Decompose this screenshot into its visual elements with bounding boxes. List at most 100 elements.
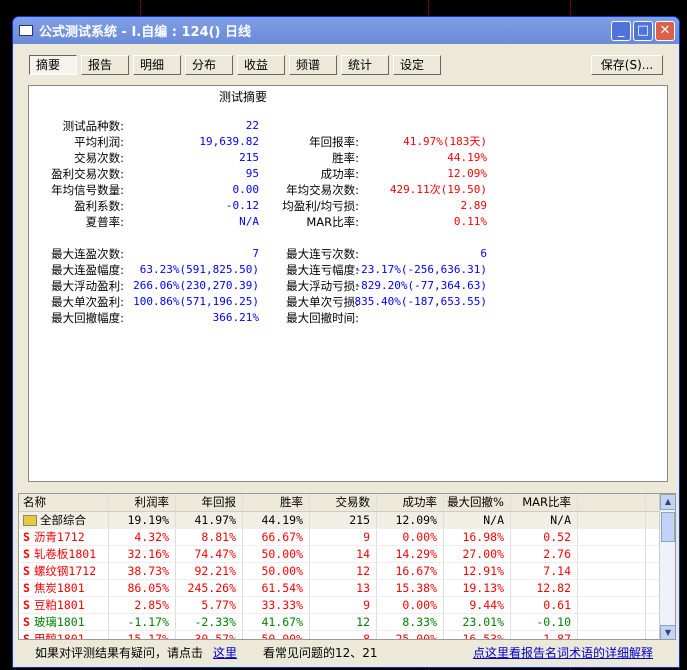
summary-label: 交易次数: bbox=[74, 151, 124, 165]
table-cell: S 沥青1712 bbox=[19, 529, 109, 545]
table-cell: 215 bbox=[310, 512, 377, 528]
table-row[interactable]: S 甲醇1801 15.17% 30.57% 50.00% 8 25.00% 16.53% 1.… bbox=[19, 631, 675, 639]
table-cell: 38.73% bbox=[109, 563, 176, 579]
table-cell: 12 bbox=[310, 563, 377, 579]
summary-value: -23.17%(-256,636.31) bbox=[354, 263, 487, 276]
table-cell: 7.14 bbox=[511, 563, 578, 579]
table-cell: 33.33% bbox=[243, 597, 310, 613]
tab-7[interactable]: 设定 bbox=[393, 55, 441, 75]
table-cell: S 焦炭1801 bbox=[19, 580, 109, 596]
summary-label: 最大连亏幅度: bbox=[286, 263, 359, 277]
table-row[interactable]: S 沥青1712 4.32% 8.81% 66.67% 9 0.00% 16.98% 0.52 bbox=[19, 529, 675, 546]
column-header[interactable]: 胜率 bbox=[243, 494, 310, 511]
table-cell: 13 bbox=[310, 580, 377, 596]
summary-value: 22 bbox=[245, 119, 259, 132]
tab-3[interactable]: 分布 bbox=[185, 55, 233, 75]
column-header[interactable]: 利润率 bbox=[109, 494, 176, 511]
tab-5[interactable]: 频谱 bbox=[289, 55, 337, 75]
scroll-up-icon[interactable]: ▲ bbox=[660, 494, 675, 510]
column-filler bbox=[578, 529, 646, 545]
column-filler bbox=[578, 546, 646, 562]
title-bar[interactable]: 公式测试系统 - I.自编 : 124() 日线 bbox=[13, 17, 679, 44]
table-cell: 2.85% bbox=[109, 597, 176, 613]
table-cell: 1.87 bbox=[511, 631, 578, 639]
column-header[interactable]: 最大回撤% bbox=[444, 494, 511, 511]
close-button[interactable]: ✕ bbox=[655, 21, 675, 41]
column-header[interactable]: 年回报 bbox=[176, 494, 243, 511]
vertical-scrollbar[interactable]: ▲ ▼ bbox=[659, 494, 675, 639]
table-cell: 50.00% bbox=[243, 631, 310, 639]
table-cell: 14.29% bbox=[377, 546, 444, 562]
minimize-button[interactable]: _ bbox=[611, 21, 631, 41]
summary-row: 最大连盈次数: 7 最大连亏次数: 6 bbox=[29, 246, 669, 262]
table-row[interactable]: S 焦炭1801 86.05% 245.26% 61.54% 13 15.38% 19.13%… bbox=[19, 580, 675, 597]
column-filler bbox=[578, 512, 646, 528]
summary-value: 429.11次(19.50) bbox=[389, 183, 487, 196]
summary-label: 最大浮动盈利: bbox=[51, 279, 124, 293]
summary-label: 盈利交易次数: bbox=[51, 167, 124, 181]
table-row[interactable]: S 玻璃1801 -1.17% -2.33% 41.67% 12 8.33% 23.01% -0… bbox=[19, 614, 675, 631]
table-cell: 0.52 bbox=[511, 529, 578, 545]
table-cell: 27.00% bbox=[444, 546, 511, 562]
summary-value: 100.86%(571,196.25) bbox=[133, 295, 259, 308]
summary-label: 年回报率: bbox=[309, 135, 359, 149]
tab-2[interactable]: 明细 bbox=[133, 55, 181, 75]
help-link[interactable]: 这里 bbox=[213, 643, 237, 663]
summary-row: 最大浮动盈利: 266.06%(230,270.39) 最大浮动亏损: -829… bbox=[29, 278, 669, 294]
summary-value: 266.06%(230,270.39) bbox=[133, 279, 259, 292]
table-cell: 12.82 bbox=[511, 580, 578, 596]
save-button[interactable]: 保存(S)... bbox=[591, 55, 663, 75]
tab-6[interactable]: 统计 bbox=[341, 55, 389, 75]
scroll-down-icon[interactable]: ▼ bbox=[660, 625, 675, 639]
table-cell: 50.00% bbox=[243, 563, 310, 579]
maximize-button[interactable]: □ bbox=[633, 21, 653, 41]
table-cell: 12.91% bbox=[444, 563, 511, 579]
tab-1[interactable]: 报告 bbox=[81, 55, 129, 75]
table-cell: N/A bbox=[511, 512, 578, 528]
column-header[interactable]: 名称 bbox=[19, 494, 109, 511]
scroll-thumb[interactable] bbox=[661, 512, 675, 542]
table-cell: 8 bbox=[310, 631, 377, 639]
summary-title: 测试摘要 bbox=[219, 90, 268, 104]
results-table: 名称 利润率 年回报 胜率 交易数 成功率 最大回撤% MAR比率 全部综合 19.19% 41.… bbox=[18, 493, 676, 640]
table-row[interactable]: S 豆粕1801 2.85% 5.77% 33.33% 9 0.00% 9.44% 0.61 bbox=[19, 597, 675, 614]
status-bar: 如果对评测结果有疑问，请点击 这里 看常见问题的12、21 点这里看报告名词术语… bbox=[13, 643, 679, 663]
summary-label: 平均利润: bbox=[74, 135, 124, 149]
table-cell: 12 bbox=[310, 614, 377, 630]
summary-value: 63.23%(591,825.50) bbox=[139, 263, 259, 276]
table-cell: 15.17% bbox=[109, 631, 176, 639]
stock-icon: S bbox=[23, 530, 30, 544]
table-cell: 0.00% bbox=[377, 597, 444, 613]
stock-icon: S bbox=[23, 564, 30, 578]
table-cell: 全部综合 bbox=[19, 512, 109, 528]
table-cell: N/A bbox=[444, 512, 511, 528]
table-cell: -0.10 bbox=[511, 614, 578, 630]
table-row[interactable]: S 螺纹钢1712 38.73% 92.21% 50.00% 12 16.67% 12.91%… bbox=[19, 563, 675, 580]
faq-text: 看常见问题的12、21 bbox=[263, 646, 378, 660]
table-cell: 92.21% bbox=[176, 563, 243, 579]
summary-label: 最大连盈次数: bbox=[51, 247, 124, 261]
tab-0[interactable]: 摘要 bbox=[29, 55, 77, 75]
table-cell: 8.33% bbox=[377, 614, 444, 630]
table-row[interactable]: S 轧卷板1801 32.16% 74.47% 50.00% 14 14.29% 27.00%… bbox=[19, 546, 675, 563]
summary-label: 最大回撤时间: bbox=[286, 311, 359, 325]
stock-icon: S bbox=[23, 581, 30, 595]
column-header[interactable]: 交易数 bbox=[310, 494, 377, 511]
table-summary-row[interactable]: 全部综合 19.19% 41.97% 44.19% 215 12.09% N/A N/A bbox=[19, 512, 675, 529]
glossary-link[interactable]: 点这里看报告名词术语的详细解释 bbox=[473, 643, 653, 663]
column-header[interactable]: MAR比率 bbox=[511, 494, 578, 511]
table-cell: S 甲醇1801 bbox=[19, 631, 109, 639]
table-cell: 25.00% bbox=[377, 631, 444, 639]
table-cell: 5.77% bbox=[176, 597, 243, 613]
summary-label: 年均信号数量: bbox=[51, 183, 124, 197]
table-cell: 16.53% bbox=[444, 631, 511, 639]
table-cell: 41.97% bbox=[176, 512, 243, 528]
column-filler bbox=[578, 563, 646, 579]
table-header: 名称 利润率 年回报 胜率 交易数 成功率 最大回撤% MAR比率 bbox=[19, 494, 675, 512]
tab-4[interactable]: 收益 bbox=[237, 55, 285, 75]
column-header[interactable]: 成功率 bbox=[377, 494, 444, 511]
table-cell: 0.61 bbox=[511, 597, 578, 613]
table-cell: 8.81% bbox=[176, 529, 243, 545]
summary-row: 最大回撤幅度: 366.21% 最大回撤时间: bbox=[29, 310, 669, 326]
table-cell: 19.19% bbox=[109, 512, 176, 528]
